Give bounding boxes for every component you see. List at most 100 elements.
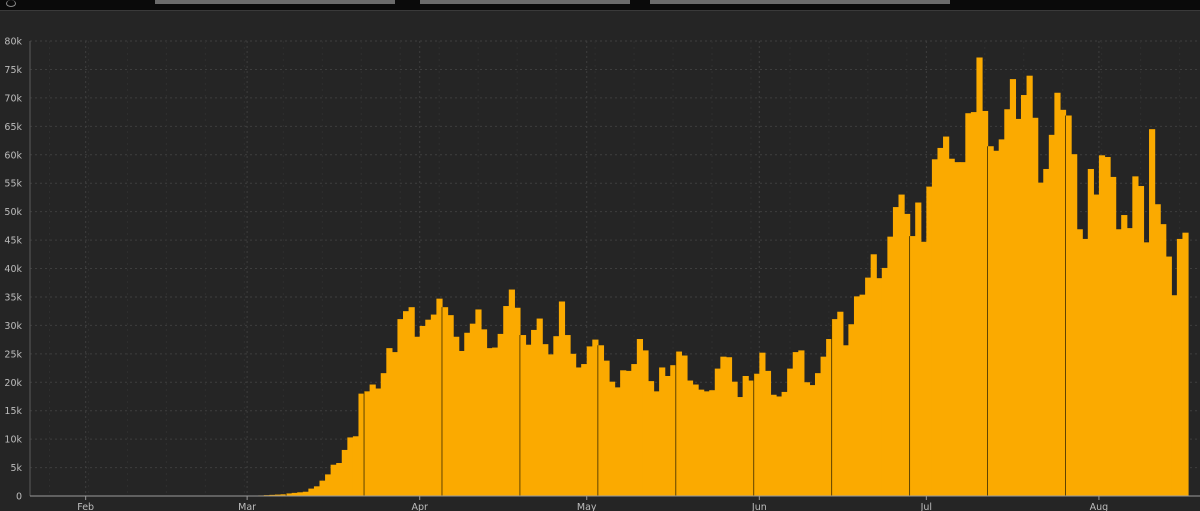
bar — [430, 314, 438, 496]
bar — [764, 370, 772, 497]
bar — [642, 350, 649, 496]
bar — [798, 350, 805, 496]
bar — [475, 309, 482, 496]
bar — [909, 236, 916, 496]
y-tick-label: 10k — [4, 435, 22, 446]
bar — [965, 113, 972, 496]
bar — [742, 375, 749, 496]
bar — [1076, 229, 1083, 496]
bar — [1048, 134, 1055, 496]
bar — [503, 306, 510, 496]
bar — [803, 382, 811, 496]
bar — [564, 335, 571, 496]
bar — [414, 336, 421, 496]
y-tick-label: 60k — [4, 150, 22, 161]
bar — [865, 277, 872, 496]
bar — [1126, 228, 1133, 496]
bar — [1098, 155, 1106, 496]
y-tick-label: 75k — [4, 65, 22, 76]
bar-chart: 0 5k 10k 15k 20k 25k 30k 35k 40k 45k 50k 55k 60k 65k 7… — [4, 37, 1200, 511]
bar — [341, 449, 348, 496]
bar — [469, 323, 476, 496]
bar — [781, 391, 788, 496]
bar — [313, 486, 321, 496]
bar — [954, 162, 961, 496]
bar — [325, 474, 332, 496]
bar — [1104, 157, 1111, 496]
bar — [531, 329, 538, 496]
bar — [352, 436, 360, 496]
bar — [970, 112, 978, 496]
bar — [597, 345, 605, 496]
bar — [1154, 204, 1161, 497]
bar — [653, 391, 660, 496]
bar — [926, 186, 933, 496]
bar — [720, 356, 727, 496]
bar — [586, 346, 593, 496]
bar — [547, 354, 554, 496]
x-tick-label: Aug — [1090, 502, 1109, 511]
bar — [308, 488, 315, 496]
bar — [675, 351, 682, 496]
bar — [792, 352, 799, 496]
bar — [776, 396, 783, 496]
bar — [519, 335, 527, 496]
bar — [1004, 109, 1011, 496]
bar — [408, 307, 415, 496]
x-tick-label: May — [577, 502, 597, 511]
bar — [853, 296, 861, 496]
y-tick-label: 40k — [4, 264, 22, 275]
bar — [737, 397, 744, 496]
bar — [625, 370, 632, 497]
bar — [302, 491, 309, 496]
y-tick-label: 15k — [4, 406, 22, 417]
bar — [453, 336, 460, 496]
bar — [943, 136, 950, 497]
bar — [686, 380, 694, 496]
bar — [369, 384, 376, 496]
bar — [614, 387, 621, 496]
bar — [1054, 92, 1061, 496]
y-tick-label: 35k — [4, 292, 22, 303]
bar — [814, 373, 822, 496]
bar — [714, 368, 721, 496]
y-tick-label: 0 — [16, 492, 22, 503]
bar — [336, 463, 343, 496]
y-tick-label: 45k — [4, 236, 22, 247]
bar — [692, 384, 699, 496]
bar — [525, 344, 532, 496]
bar — [647, 381, 655, 496]
bar — [386, 348, 393, 497]
bar — [848, 324, 855, 496]
bar — [1182, 232, 1189, 497]
y-tick-label: 55k — [4, 179, 22, 190]
bar — [892, 207, 900, 496]
bar — [759, 352, 766, 496]
bar — [1160, 224, 1167, 496]
bar — [709, 390, 716, 496]
bar — [731, 381, 738, 496]
bar — [347, 437, 354, 496]
bar — [1015, 118, 1022, 497]
bar — [364, 391, 371, 496]
x-tick-label: Feb — [77, 502, 94, 511]
bar — [698, 389, 705, 496]
bar — [1020, 95, 1028, 496]
bar — [486, 348, 493, 497]
bar — [1087, 168, 1094, 496]
bar — [1037, 182, 1044, 496]
bar — [1071, 154, 1078, 496]
y-tick-label: 5k — [10, 463, 22, 474]
y-tick-label: 30k — [4, 321, 22, 332]
bar — [553, 336, 560, 496]
bar — [1115, 229, 1122, 496]
y-axis: 0 5k 10k 15k 20k 25k 30k 35k 40k 45k 50k 55k 60k 65k 7… — [4, 37, 31, 503]
bar — [1065, 115, 1072, 496]
bar — [1137, 186, 1145, 496]
bar — [837, 311, 844, 496]
bar — [976, 57, 983, 497]
bar — [1143, 242, 1150, 496]
bar — [609, 381, 616, 496]
y-tick-label: 80k — [4, 37, 22, 48]
bar — [319, 480, 326, 496]
